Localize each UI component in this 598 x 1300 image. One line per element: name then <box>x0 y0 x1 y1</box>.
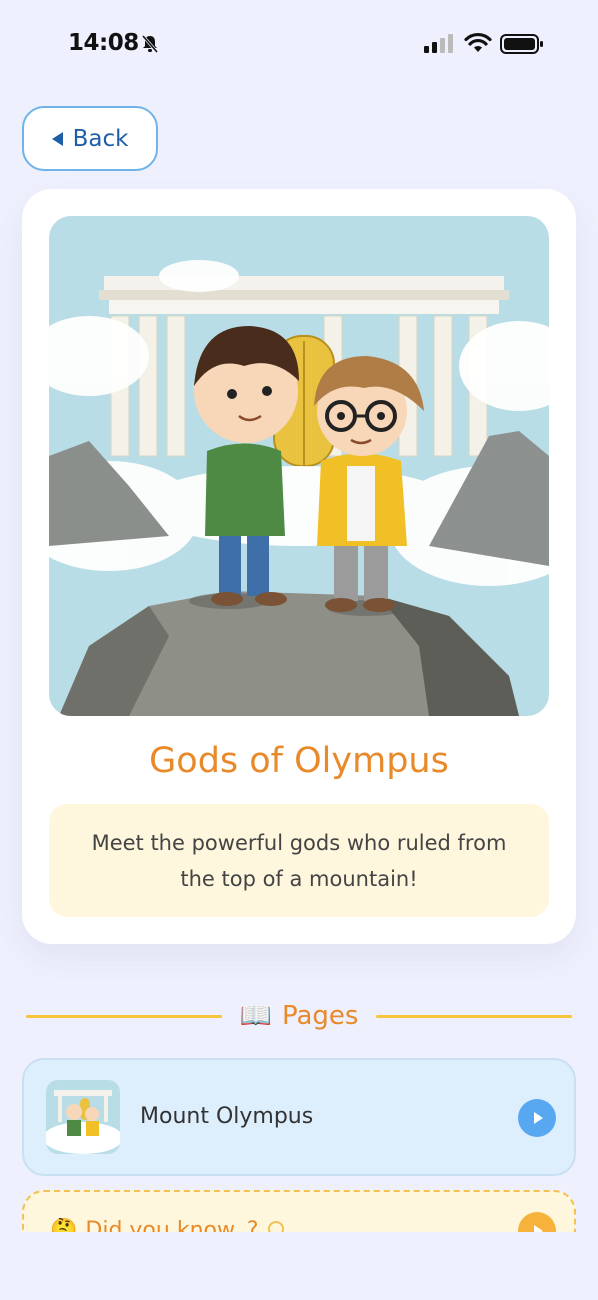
triangle-left-icon <box>51 131 63 146</box>
pages-section-label: 📖 Pages <box>222 1001 377 1031</box>
wifi-icon <box>464 32 492 52</box>
did-you-know-label: Did you know..? <box>85 1218 259 1232</box>
page-title: Gods of Olympus <box>149 741 449 781</box>
back-button[interactable]: Back <box>22 106 158 171</box>
pages-section-header: 📖 Pages <box>26 992 572 1040</box>
open-book-icon: 📖 <box>239 1001 272 1031</box>
olympus-thumbnail <box>46 1080 120 1154</box>
play-icon[interactable] <box>518 1099 556 1137</box>
page-item-label: Mount Olympus <box>140 1104 314 1129</box>
page-thumbnail <box>46 1080 120 1154</box>
thinking-face-icon: 🤔 <box>50 1218 78 1232</box>
battery-icon <box>500 34 543 54</box>
bell-slash-icon <box>141 35 159 53</box>
back-button-label: Back <box>72 125 129 152</box>
hero-card: Gods of Olympus Meet the powerful gods w… <box>22 189 576 944</box>
page-item-mount-olympus[interactable]: Mount Olympus <box>22 1058 576 1176</box>
lightbulb-icon <box>267 1220 284 1232</box>
olympus-illustration-image <box>49 216 549 716</box>
status-time: 14:08 <box>68 30 139 56</box>
cellular-signal-icon <box>424 34 453 53</box>
pages-section-title: Pages <box>281 1001 359 1031</box>
did-you-know-clip: 🤔 Did you know..? <box>0 1190 598 1232</box>
did-you-know-play-icon[interactable] <box>518 1212 556 1232</box>
did-you-know-item[interactable]: 🤔 Did you know..? <box>22 1190 576 1232</box>
divider-line-left <box>26 1014 222 1018</box>
status-bar: 14:08 <box>0 0 598 88</box>
did-you-know-label-group: 🤔 Did you know..? <box>50 1218 285 1232</box>
hero-illustration <box>49 216 549 716</box>
divider-line-right <box>376 1014 572 1018</box>
hero-description: Meet the powerful gods who ruled from th… <box>49 804 549 917</box>
